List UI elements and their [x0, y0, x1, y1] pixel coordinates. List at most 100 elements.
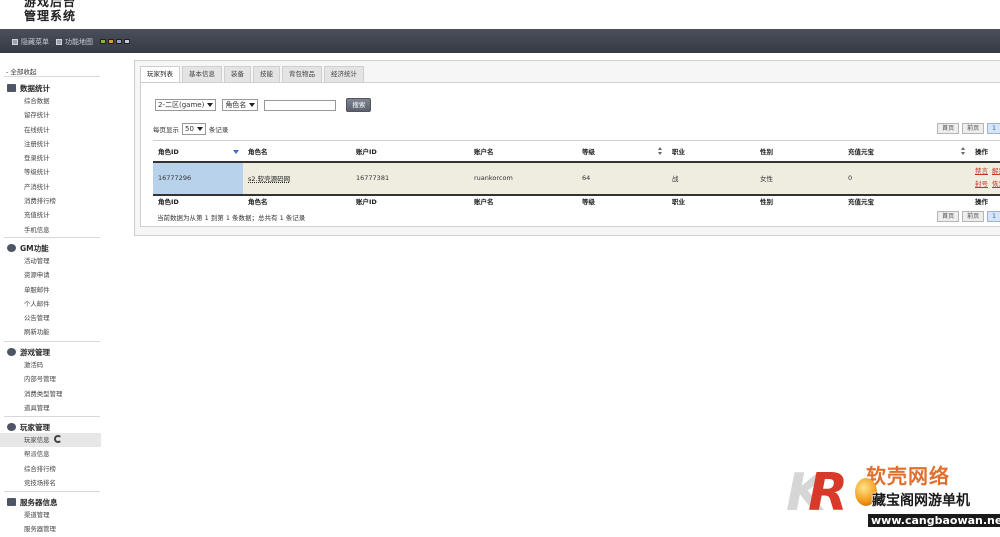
restore-link[interactable]: 恢复 — [992, 180, 1000, 188]
bar-chart-icon — [7, 84, 16, 92]
sidebar-group-header[interactable]: 服务器信息 — [0, 496, 101, 508]
header: 游戏后台 管理系统 — [0, 0, 1000, 29]
footer-label: 操作 — [970, 193, 1000, 206]
sidebar-item[interactable]: 手机信息 — [0, 223, 101, 237]
sitemap-button[interactable]: 功能地图 — [56, 37, 93, 47]
column-label: 等级 — [582, 147, 595, 156]
logo-line-1: 游戏后台 — [24, 0, 77, 9]
sidebar-item[interactable]: 竞技场排名 — [0, 476, 101, 490]
first-page-button[interactable]: 首页 — [937, 123, 960, 134]
sidebar-item[interactable]: 消费类型管理 — [0, 387, 101, 401]
tab-player-list[interactable]: 玩家列表 — [140, 66, 180, 82]
sidebar-item[interactable]: 在线统计 — [0, 123, 101, 137]
table-row[interactable]: 16777296 s2.软壳源码网 16777381 ruankorcom 64… — [153, 161, 1000, 195]
refresh-icon[interactable] — [53, 435, 62, 443]
chat-bubble-icon — [7, 244, 16, 252]
col-role-name[interactable]: 角色名 — [243, 140, 351, 163]
table-header-row: 角色ID 角色名 账户ID 账户名 等级 职业 性别 充值元宝 操作 — [153, 140, 1000, 163]
sidebar-item[interactable]: 产消统计 — [0, 180, 101, 194]
sort-desc-icon — [233, 150, 239, 154]
tab-inventory[interactable]: 背包物品 — [282, 66, 322, 82]
record-summary: 当前数据为从第 1 到第 1 条数据；总共有 1 条记录 — [157, 214, 306, 222]
menu-icon — [12, 39, 18, 45]
column-label: 操作 — [975, 147, 988, 156]
tab-skills[interactable]: 技能 — [253, 66, 280, 82]
sidebar-group-header[interactable]: 游戏管理 — [0, 346, 101, 358]
tab-equipment[interactable]: 装备 — [224, 66, 251, 82]
column-label: 角色ID — [158, 147, 179, 156]
sidebar-item[interactable]: 单服邮件 — [0, 283, 101, 297]
search-button[interactable]: 搜索 — [346, 98, 372, 112]
cell-job: 战 — [667, 161, 755, 195]
mute-link[interactable]: 禁言 — [975, 167, 988, 175]
theme-swatch-orange[interactable] — [108, 39, 114, 44]
hide-menu-button[interactable]: 隐藏菜单 — [12, 37, 49, 47]
col-level[interactable]: 等级 — [577, 140, 667, 163]
first-page-button[interactable]: 首页 — [937, 211, 960, 222]
footer-label: 角色名 — [243, 193, 351, 206]
theme-swatch-light[interactable] — [124, 39, 130, 44]
sidebar-item[interactable]: 留存统计 — [0, 108, 101, 122]
sidebar-item[interactable]: 激活码 — [0, 358, 101, 372]
col-role-id[interactable]: 角色ID — [153, 140, 243, 163]
sidebar-group-header[interactable]: GM功能 — [0, 242, 101, 254]
col-job[interactable]: 职业 — [667, 140, 755, 163]
sidebar-item[interactable]: 综合数据 — [0, 94, 101, 108]
col-account-name[interactable]: 账户名 — [469, 140, 577, 163]
group-title: 玩家管理 — [20, 422, 50, 432]
divider — [4, 76, 100, 77]
sidebar-item[interactable]: 综合排行榜 — [0, 462, 101, 476]
tab-bar: 玩家列表 基本信息 装备 技能 背包物品 经济统计 — [140, 66, 364, 82]
col-account-id[interactable]: 账户ID — [351, 140, 469, 163]
page-size-select[interactable]: 50 — [182, 123, 206, 135]
col-gender[interactable]: 性别 — [755, 140, 843, 163]
theme-swatch-gray[interactable] — [116, 39, 122, 44]
watermark-tagline: 藏宝阁网游单机 — [872, 493, 970, 509]
sidebar-item[interactable]: 资源申请 — [0, 268, 101, 282]
sidebar-group-players: 玩家管理 玩家信息 帮派信息 综合排行榜 竞技场排名 — [0, 421, 101, 490]
sidebar-item[interactable]: 消费排行榜 — [0, 194, 101, 208]
sidebar-item[interactable]: 充值统计 — [0, 208, 101, 222]
column-label: 职业 — [672, 147, 685, 156]
footer-label: 职业 — [667, 193, 755, 206]
sidebar-item[interactable]: 个人邮件 — [0, 297, 101, 311]
sidebar-item[interactable]: 渠道管理 — [0, 508, 101, 522]
player-table: 角色ID 角色名 账户ID 账户名 等级 职业 性别 充值元宝 操作 16777… — [153, 140, 1000, 206]
sidebar-item[interactable]: 登录统计 — [0, 151, 101, 165]
current-page-button[interactable]: 1 — [987, 123, 1000, 134]
server-select[interactable]: 2-二区(game) — [155, 99, 217, 111]
sidebar-item[interactable]: 公告管理 — [0, 311, 101, 325]
role-name-link[interactable]: s2.软壳源码网 — [248, 175, 290, 183]
sidebar-item[interactable]: 道具管理 — [0, 401, 101, 415]
column-label: 账户名 — [474, 147, 494, 156]
sidebar-item[interactable]: 内部号管理 — [0, 372, 101, 386]
search-input[interactable] — [264, 99, 337, 111]
sidebar-item[interactable]: 帮派信息 — [0, 447, 101, 461]
prev-page-button[interactable]: 前页 — [962, 211, 985, 222]
sidebar-group-header[interactable]: 玩家管理 — [0, 421, 101, 433]
sidebar-group-header[interactable]: 数据统计 — [0, 82, 101, 94]
sidebar-item[interactable]: 刷新功能 — [0, 325, 101, 339]
sidebar-item[interactable]: 活动管理 — [0, 254, 101, 268]
current-page-button[interactable]: 1 — [987, 211, 1000, 222]
sitemap-icon — [56, 39, 62, 45]
col-gold[interactable]: 充值元宝 — [843, 140, 970, 163]
prev-page-button[interactable]: 前页 — [962, 123, 985, 134]
app-logo: 游戏后台 管理系统 — [24, 0, 84, 23]
tab-basic-info[interactable]: 基本信息 — [182, 66, 222, 82]
top-toolbar: 隐藏菜单 功能地图 — [0, 29, 1000, 53]
field-select[interactable]: 角色名 — [222, 99, 259, 111]
sidebar-item[interactable]: 等级统计 — [0, 165, 101, 179]
sidebar-item-player-info[interactable]: 玩家信息 — [0, 433, 101, 448]
tab-economy[interactable]: 经济统计 — [324, 66, 364, 82]
watermark-url: www.cangbaowan.net — [868, 514, 1000, 527]
collapse-all-link[interactable]: - 全部收起 — [6, 66, 36, 76]
ban-link[interactable]: 封号 — [975, 180, 988, 188]
column-label: 账户ID — [356, 147, 377, 156]
divider — [4, 491, 100, 492]
sidebar-item[interactable]: 注册统计 — [0, 137, 101, 151]
sidebar-item[interactable]: 服务器管理 — [0, 522, 101, 536]
unmute-link[interactable]: 解禁 — [992, 167, 1000, 175]
footer-label: 角色ID — [153, 193, 243, 206]
theme-swatch-green[interactable] — [100, 39, 106, 44]
